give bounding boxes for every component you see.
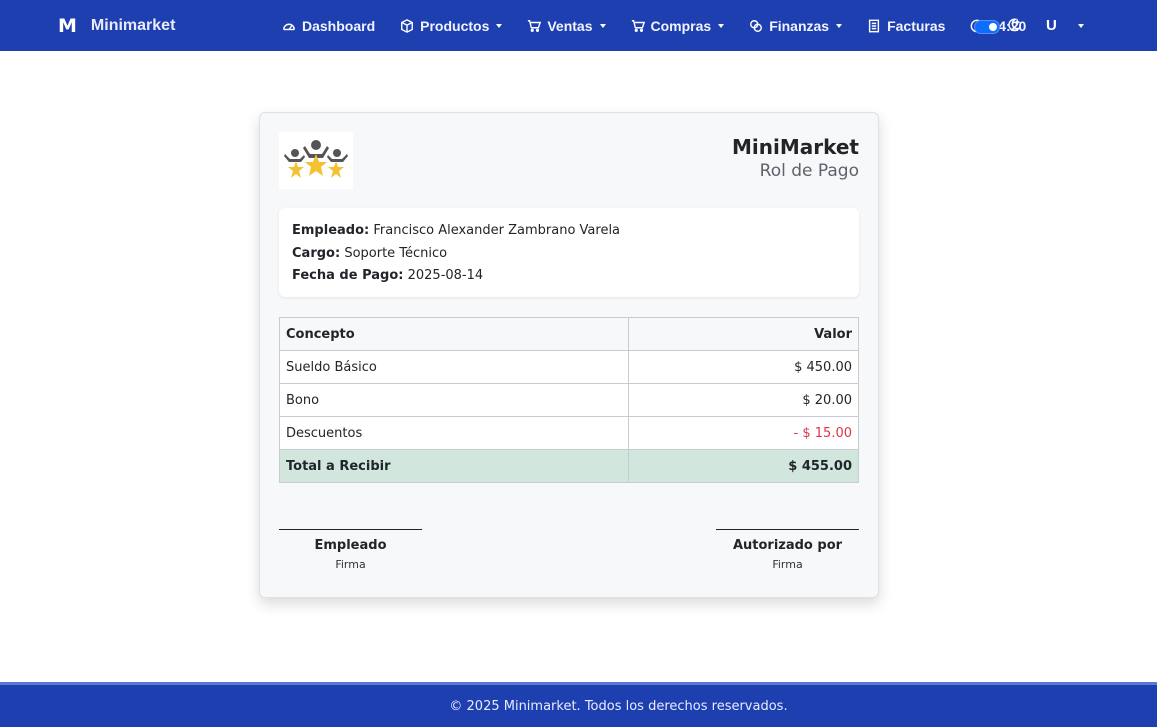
row-value: $ 450.00 [628, 350, 859, 384]
date-value: 2025-08-14 [407, 268, 484, 283]
table-row: Descuentos - $ 15.00 [279, 416, 859, 450]
employee-value: Francisco Alexander Zambrano Varela [373, 223, 621, 238]
total-value: $ 455.00 [628, 449, 859, 483]
nav-ventas[interactable]: Ventas [527, 17, 606, 34]
signature-role: Empleado [314, 538, 387, 553]
employee-signature: Empleado Firma [279, 529, 422, 575]
cart-icon [631, 19, 645, 32]
chevron-down-icon [718, 23, 725, 28]
date-row: Fecha de Pago: 2025-08-14 [292, 265, 846, 288]
nav-compras-label: Compras [650, 17, 712, 34]
gauge-icon [283, 23, 295, 30]
signature-caption: Firma [335, 558, 366, 571]
cart-icon [528, 19, 542, 32]
main-nav: Dashboard Productos Ventas Compras Finan… [282, 0, 1051, 51]
employee-label: Empleado: [292, 223, 370, 238]
receipt-icon [869, 19, 880, 32]
nav-finanzas-label: Finanzas [769, 17, 830, 34]
nav-productos-label: Productos [420, 17, 490, 34]
table-row: Bono $ 20.00 [279, 383, 859, 417]
top-navbar: M Minimarket Dashboard Productos Ventas … [0, 0, 1157, 51]
moon-icon [1006, 17, 1022, 37]
footer: © 2025 Minimarket. Todos los derechos re… [0, 682, 1157, 727]
nav-finanzas[interactable]: Finanzas [749, 17, 843, 34]
box-icon [401, 18, 414, 33]
authorized-signature: Autorizado por Firma [716, 529, 859, 575]
brand-name: Minimarket [90, 16, 176, 34]
cash-icon [750, 19, 763, 32]
header-concept: Concepto [279, 317, 629, 351]
brand[interactable]: M Minimarket [58, 0, 175, 51]
nav-productos[interactable]: Productos [400, 17, 503, 34]
signature-role: Autorizado por [732, 538, 843, 553]
row-value-negative: - $ 15.00 [628, 416, 859, 450]
table-header-row: Concepto Valor [279, 317, 859, 351]
nav-dashboard[interactable]: Dashboard [282, 18, 375, 34]
row-concept: Descuentos [279, 416, 629, 450]
footer-text: © 2025 Minimarket. Todos los derechos re… [449, 698, 788, 714]
document-title: Rol de Pago [759, 161, 859, 181]
company-name: MiniMarket [731, 135, 859, 159]
nav-compras[interactable]: Compras [631, 18, 725, 34]
chevron-down-icon [836, 23, 843, 28]
position-label: Cargo: [292, 245, 341, 261]
employee-row: Empleado: Francisco Alexander Zambrano V… [292, 220, 846, 243]
chevron-down-icon [496, 23, 503, 28]
position-row: Cargo: Soporte Técnico [292, 243, 846, 266]
position-value: Soporte Técnico [344, 245, 448, 261]
chevron-down-icon [1077, 23, 1084, 28]
payslip-card: MiniMarket Rol de Pago Empleado: Francis… [259, 112, 879, 598]
table-row: Sueldo Básico $ 450.00 [279, 350, 859, 384]
row-concept: Sueldo Básico [279, 350, 629, 384]
nav-facturas[interactable]: Facturas [867, 18, 945, 34]
header-value: Valor [628, 317, 859, 351]
brand-logo: M [58, 14, 77, 37]
total-label: Total a Recibir [279, 449, 629, 483]
payslip-table: Concepto Valor Sueldo Básico $ 450.00 Bo… [279, 317, 859, 483]
chevron-down-icon [599, 23, 606, 28]
nav-ventas-label: Ventas [547, 17, 593, 34]
company-header: MiniMarket Rol de Pago [732, 135, 859, 183]
row-concept: Bono [279, 383, 629, 417]
signature-caption: Firma [772, 558, 803, 571]
company-logo [279, 132, 353, 189]
employee-info: Empleado: Francisco Alexander Zambrano V… [279, 208, 859, 297]
nav-facturas-label: Facturas [887, 17, 946, 34]
theme-toggle[interactable] [974, 20, 1000, 34]
total-row: Total a Recibir $ 455.00 [279, 449, 859, 483]
row-value: $ 20.00 [628, 383, 859, 417]
date-label: Fecha de Pago: [292, 268, 404, 283]
theme-switch[interactable] [974, 17, 1022, 37]
signature-line [716, 529, 859, 537]
user-menu[interactable]: U [1046, 0, 1084, 51]
signature-line [279, 529, 422, 537]
nav-dashboard-label: Dashboard [302, 17, 376, 34]
user-initial: U [1046, 17, 1057, 34]
